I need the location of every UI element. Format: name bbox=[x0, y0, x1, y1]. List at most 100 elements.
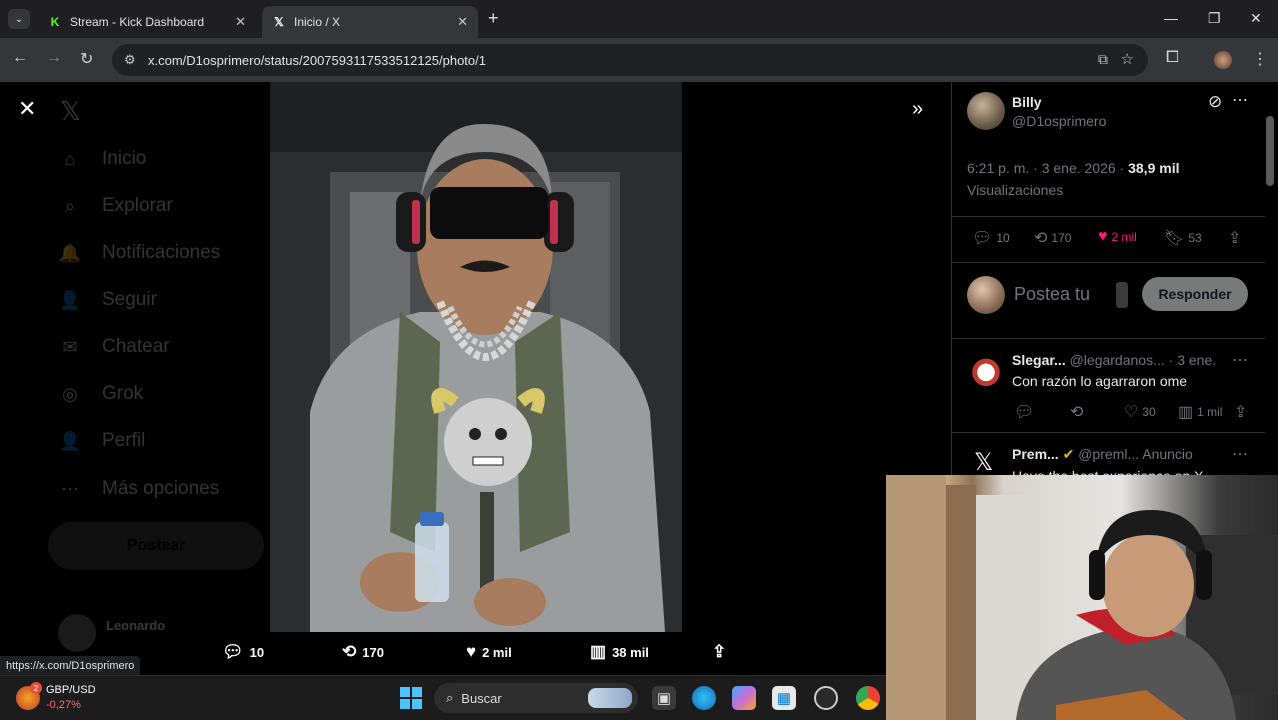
reply-share-button[interactable]: ⇪ bbox=[1234, 402, 1251, 422]
sidebar-item-label: Inicio bbox=[102, 148, 147, 169]
x-logo-icon: 𝕏 bbox=[274, 15, 284, 29]
ad-author-name[interactable]: Prem... bbox=[1012, 446, 1059, 462]
close-tab-icon[interactable]: ✕ bbox=[235, 14, 246, 30]
divider bbox=[952, 216, 1265, 217]
windows-start-icon[interactable] bbox=[400, 687, 422, 709]
bookmark-star-icon[interactable]: ☆ bbox=[1121, 50, 1134, 68]
taskbar-search[interactable]: ⌕ Buscar bbox=[434, 683, 638, 713]
author-avatar[interactable] bbox=[967, 92, 1005, 130]
reply-repost-button[interactable]: ⟲ bbox=[1070, 402, 1087, 422]
repost-icon: ⟲ bbox=[1034, 230, 1048, 247]
like-button[interactable]: ♥ 2 mil bbox=[1098, 228, 1137, 246]
minimize-icon[interactable]: — bbox=[1164, 10, 1178, 26]
forward-icon[interactable]: → bbox=[46, 49, 62, 67]
chrome-icon[interactable] bbox=[856, 686, 880, 710]
sidebar-item-label: Explorar bbox=[102, 195, 173, 216]
reply-header: Slegar... @legardanos... · 3 ene. bbox=[1012, 352, 1216, 368]
divider bbox=[952, 338, 1265, 339]
close-window-icon[interactable]: ✕ bbox=[1250, 10, 1262, 27]
browser-tab-bar: ⌄ K Stream - Kick Dashboard ✕ 𝕏 Inicio /… bbox=[0, 0, 1278, 38]
ticker-change: -0,27% bbox=[46, 699, 81, 711]
scrollbar[interactable] bbox=[1266, 116, 1274, 186]
sidebar-item-mas-opciones[interactable]: ⋯ Más opciones bbox=[58, 474, 219, 504]
sidebar-item-explorar[interactable]: ⌕ Explorar bbox=[58, 191, 173, 221]
reply-reply-button[interactable]: 💬︎ bbox=[1014, 402, 1038, 422]
tweet-views-count: 38,9 mil bbox=[1128, 160, 1180, 176]
sidebar-item-perfil[interactable]: 👤 Perfil bbox=[58, 426, 146, 456]
ticker-name[interactable]: GBP/USD bbox=[46, 684, 96, 696]
close-photo-icon[interactable]: ✕ bbox=[18, 96, 36, 122]
search-icon: ⌕ bbox=[446, 690, 454, 705]
new-tab-button[interactable]: + bbox=[488, 8, 499, 29]
x-logo-icon: 𝕏 bbox=[974, 449, 994, 476]
reply-like-button[interactable]: ♡ 30 bbox=[1124, 402, 1156, 422]
tab-x-home[interactable]: 𝕏 Inicio / X ✕ bbox=[262, 6, 478, 38]
site-info-icon[interactable]: ⚙ bbox=[124, 52, 136, 68]
browser-toolbar: ← → ↻ ⚙ x.com/D1osprimero/status/2007593… bbox=[0, 38, 1278, 82]
sidebar-item-notificaciones[interactable]: 🔔 Notificaciones bbox=[58, 238, 221, 268]
views-chart-icon: ▥ bbox=[1178, 404, 1194, 421]
obs-icon[interactable] bbox=[814, 686, 838, 710]
bookmark-button[interactable]: 🔖︎ 53 bbox=[1164, 228, 1202, 248]
repost-icon: ⟲ bbox=[1070, 404, 1084, 421]
more-options-icon[interactable]: ⋯ bbox=[1232, 90, 1248, 110]
grok-explain-icon[interactable]: ⊘ bbox=[1208, 92, 1222, 112]
share-button[interactable]: ⇪ bbox=[1228, 228, 1245, 248]
sidebar-item-label: Chatear bbox=[102, 336, 170, 357]
bell-icon: 🔔 bbox=[58, 242, 82, 263]
menu-kebab-icon[interactable]: ⋮ bbox=[1252, 49, 1268, 69]
reply-media-icon[interactable] bbox=[1116, 282, 1128, 308]
close-tab-icon[interactable]: ✕ bbox=[457, 14, 468, 30]
reply-avatar[interactable] bbox=[972, 352, 1000, 386]
repost-button[interactable]: ⟲ 170 bbox=[1034, 228, 1071, 248]
reply-time: · 3 ene. bbox=[1168, 352, 1217, 368]
task-view-icon[interactable]: ▣ bbox=[652, 686, 676, 710]
restore-icon[interactable]: ❐ bbox=[1208, 10, 1221, 27]
like-count: 30 bbox=[1142, 405, 1156, 419]
tab-search-icon[interactable]: ⌄ bbox=[8, 9, 30, 29]
reply-button[interactable]: 💬︎ 10 bbox=[972, 228, 1010, 248]
photo-share-button[interactable]: ⇪ bbox=[712, 642, 732, 662]
views-label: Visualizaciones bbox=[967, 182, 1064, 198]
photo-reply-button[interactable]: 💬︎ 10 bbox=[222, 642, 264, 662]
profile-avatar[interactable] bbox=[1214, 51, 1232, 69]
my-avatar bbox=[967, 276, 1005, 314]
sidebar-dimmed: 𝕏 ⌂ Inicio ⌕ Explorar 🔔 Notificaciones 👤 Seg… bbox=[48, 82, 278, 675]
photo-repost-button[interactable]: ⟲ 170 bbox=[342, 642, 384, 662]
store-icon[interactable]: ▦ bbox=[772, 686, 796, 710]
collapse-panel-icon[interactable]: » bbox=[912, 98, 923, 121]
reply-author-handle[interactable]: @legardanos... bbox=[1070, 352, 1165, 368]
install-app-icon[interactable]: ⧉ bbox=[1098, 51, 1108, 68]
reply-text: Con razón lo agarraron ome bbox=[1012, 373, 1188, 389]
sidebar-item-seguir[interactable]: 👤 Seguir bbox=[58, 285, 157, 315]
reply-views-button[interactable]: ▥ 1 mil bbox=[1178, 402, 1222, 422]
home-icon: ⌂ bbox=[64, 148, 76, 169]
search-highlight-icon bbox=[588, 688, 632, 708]
sidebar-item-grok[interactable]: ◎ Grok bbox=[58, 379, 143, 409]
share-icon: ⇪ bbox=[712, 642, 727, 661]
post-button[interactable]: Postear bbox=[48, 522, 264, 570]
author-name[interactable]: Billy bbox=[1012, 94, 1042, 110]
author-handle[interactable]: @D1osprimero bbox=[1012, 113, 1106, 129]
sidebar-item-inicio[interactable]: ⌂ Inicio bbox=[58, 144, 147, 174]
more-options-icon[interactable]: ⋯ bbox=[1232, 444, 1248, 464]
photo-like-button[interactable]: ♥ 2 mil bbox=[466, 642, 512, 662]
photo-views-button[interactable]: ▥ 38 mil bbox=[590, 642, 649, 662]
copilot-icon[interactable] bbox=[732, 686, 756, 710]
reply-input[interactable]: Postea tu bbox=[1014, 284, 1090, 305]
tab-label: Stream - Kick Dashboard bbox=[70, 15, 205, 29]
tweet-photo[interactable] bbox=[270, 82, 682, 632]
ad-author-handle[interactable]: @preml... bbox=[1078, 446, 1139, 462]
extensions-icon[interactable]: ⧠ bbox=[1166, 49, 1179, 67]
x-logo-icon[interactable]: 𝕏 bbox=[60, 96, 81, 127]
tab-kick-dashboard[interactable]: K Stream - Kick Dashboard ✕ bbox=[38, 6, 256, 38]
back-icon[interactable]: ← bbox=[12, 49, 28, 67]
reply-author-name[interactable]: Slegar... bbox=[1012, 352, 1066, 368]
reply-submit-button[interactable]: Responder bbox=[1142, 277, 1248, 311]
sidebar-item-chatear[interactable]: ✉ Chatear bbox=[58, 332, 170, 362]
edge-icon[interactable] bbox=[692, 686, 716, 710]
address-bar[interactable]: ⚙ x.com/D1osprimero/status/2007593117533… bbox=[112, 44, 1148, 76]
reload-icon[interactable]: ↻ bbox=[80, 49, 93, 69]
mail-icon: ✉ bbox=[62, 336, 78, 357]
more-options-icon[interactable]: ⋯ bbox=[1232, 350, 1248, 370]
